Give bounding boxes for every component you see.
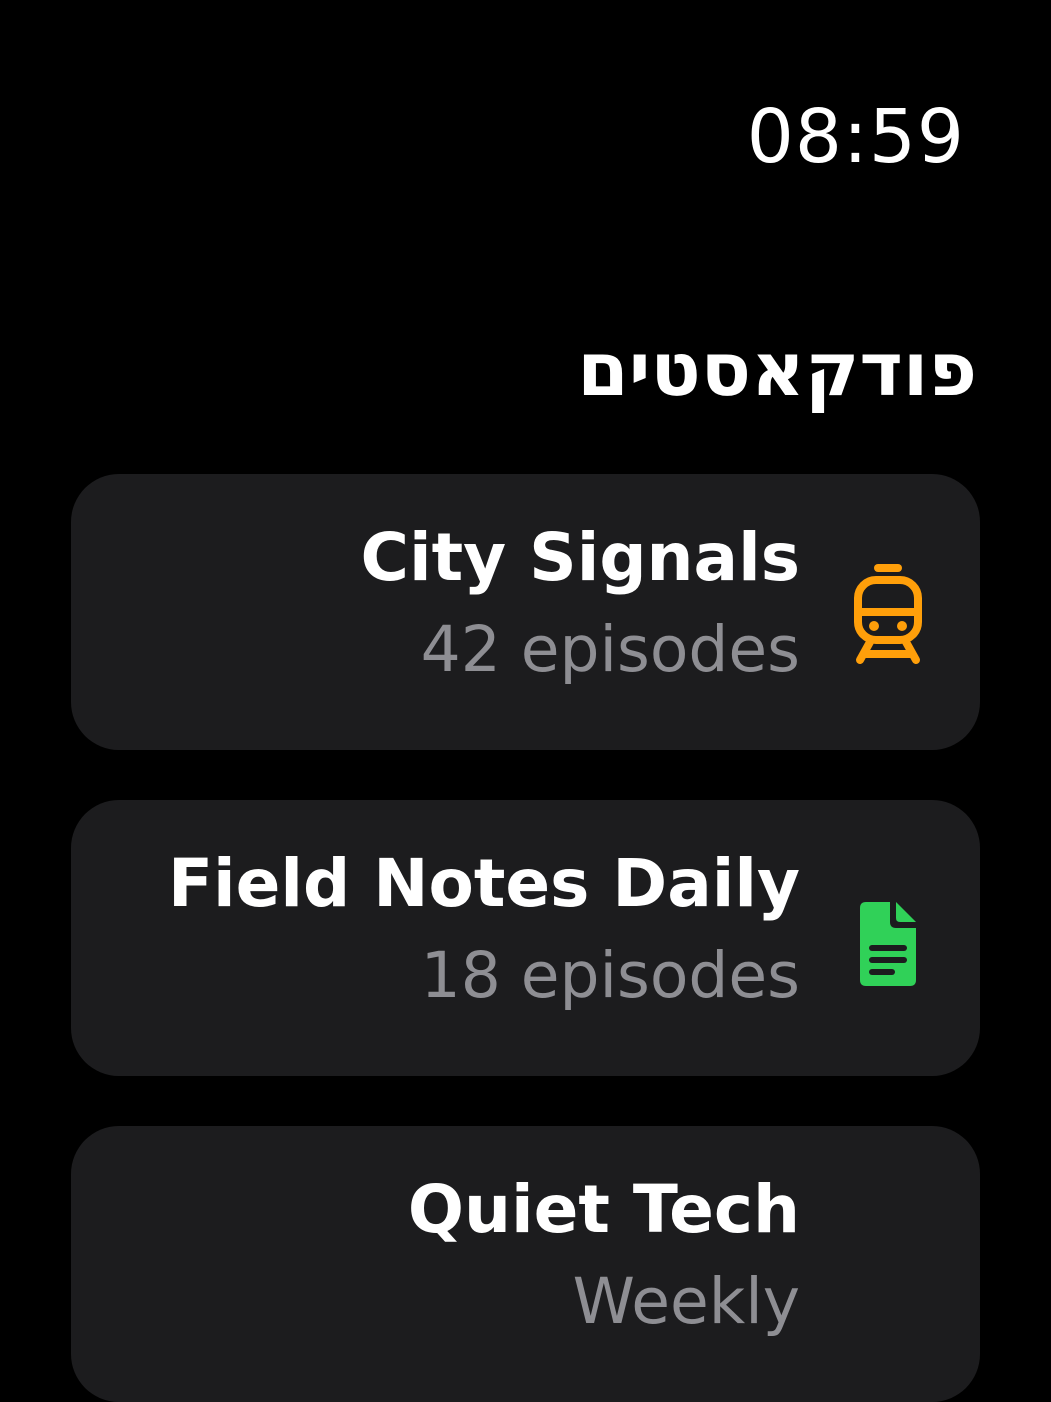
document-icon (852, 888, 924, 992)
podcast-episode-count: 42 episodes (420, 612, 800, 686)
page-title: פודקאסטים (577, 327, 977, 413)
podcast-item-field-notes-daily[interactable]: Field Notes Daily 18 episodes (71, 800, 980, 1076)
podcast-episode-count: 18 episodes (420, 938, 800, 1012)
tram-icon (852, 562, 924, 666)
podcast-title: City Signals (360, 519, 800, 596)
status-time: 08:59 (746, 94, 965, 180)
podcast-episode-count: Weekly (572, 1264, 800, 1338)
podcast-title: Quiet Tech (407, 1171, 800, 1248)
podcast-item-city-signals[interactable]: City Signals 42 episodes (71, 474, 980, 750)
podcast-title: Field Notes Daily (167, 845, 800, 922)
link-icon (852, 1214, 924, 1318)
podcast-item-quiet-tech[interactable]: Quiet Tech Weekly (71, 1126, 980, 1402)
